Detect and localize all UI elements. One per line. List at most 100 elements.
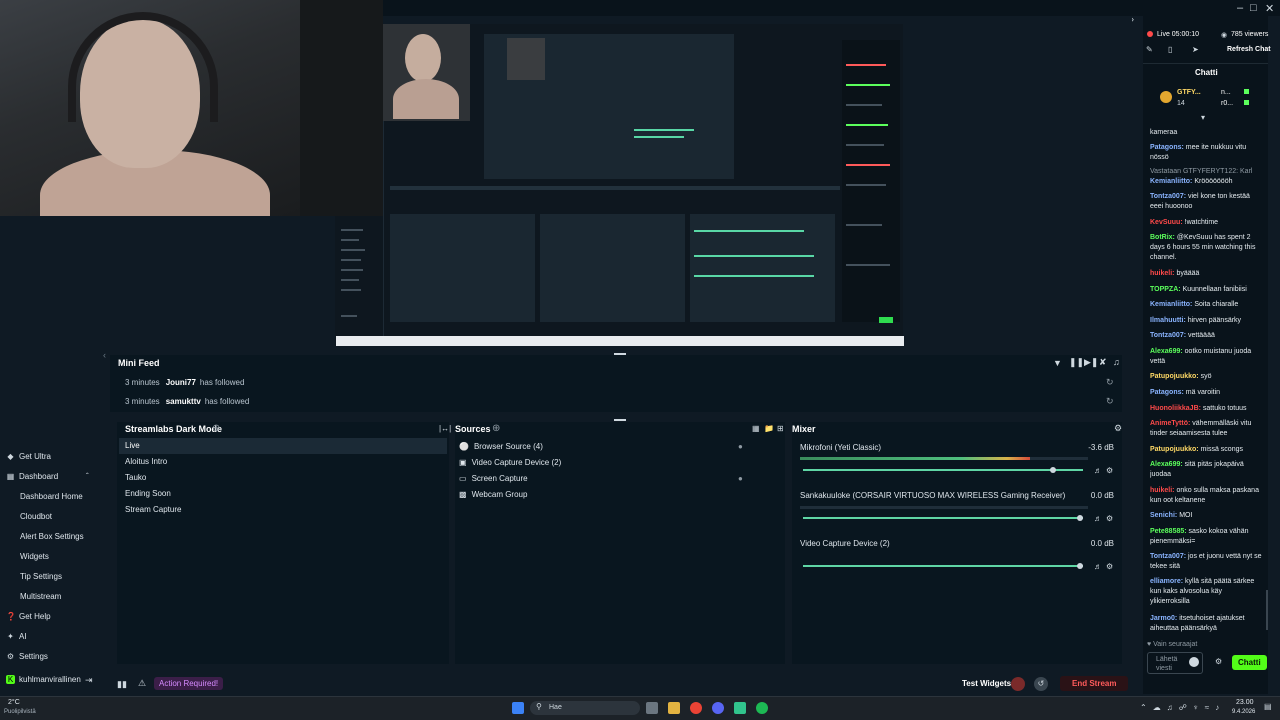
sidebar-item-dashboard[interactable]: ▦ Dashboard [6, 472, 58, 481]
source-item[interactable]: ▭ Screen Capture [459, 474, 528, 483]
folder-icon[interactable]: 📁 [764, 424, 774, 433]
edit-icon[interactable]: ✎ [1146, 45, 1153, 54]
source-item[interactable]: ▩ Webcam Group [459, 490, 527, 499]
speaker-icon[interactable]: ♬ [1094, 562, 1102, 571]
mixer-db: 0.0 dB [1090, 491, 1114, 500]
feed-row: 3 minutes Jouni77 has followed [125, 378, 245, 387]
explorer-icon[interactable] [668, 702, 680, 714]
scene-item[interactable]: Ending Soon [119, 486, 447, 502]
mute-icon[interactable]: ✘ [1099, 357, 1107, 368]
maximize-icon[interactable]: □ [1250, 2, 1257, 14]
pause-icon[interactable]: ❚❚ [1069, 357, 1084, 368]
taskview-icon[interactable] [646, 702, 658, 714]
end-stream-button[interactable]: End Stream [1060, 676, 1129, 691]
replay-icon[interactable]: ↻ [1106, 396, 1114, 407]
mixer-slider[interactable] [803, 517, 1083, 519]
sidebar-item-alert-box[interactable]: Alert Box Settings [20, 532, 84, 541]
send-chat-button[interactable]: Chatti [1232, 655, 1267, 670]
mixer-settings-icon[interactable]: ⚙ [1114, 423, 1122, 434]
pinned-user: GTFY... [1177, 89, 1201, 96]
mixer-slider[interactable] [803, 565, 1083, 567]
sidebar-item-dashboard-home[interactable]: Dashboard Home [20, 492, 83, 501]
speaker-icon[interactable]: ♬ [1094, 466, 1102, 475]
gear-icon[interactable]: ⚙ [1106, 562, 1113, 571]
scene-item[interactable]: Aloitus Intro [119, 454, 447, 470]
record-button[interactable] [1011, 677, 1025, 691]
share-icon[interactable]: ➤ [1192, 45, 1199, 54]
weather-temp[interactable]: 2°C [8, 699, 20, 706]
chat-message: TOPPZA: Kuunnellaan fanibiisi [1150, 286, 1247, 293]
chat-message: KevSuuu: !watchtime [1150, 219, 1219, 226]
tray-icons[interactable]: ⌃☁♫☍♆≈♪ [1140, 703, 1225, 712]
chat-title: Chatti [1195, 68, 1218, 77]
source-item[interactable]: ⚪ Browser Source (4) [459, 442, 543, 451]
chat-message: Tontza007: vettääää [1150, 332, 1215, 339]
sidebar-item-widgets[interactable]: Widgets [20, 552, 49, 561]
notification-icon[interactable]: ▤ [1264, 702, 1272, 711]
gear-icon[interactable]: ⚙ [1106, 514, 1113, 523]
spotify-icon[interactable] [756, 702, 768, 714]
speaker-icon[interactable]: ♬ [1094, 514, 1102, 523]
slider-knob[interactable] [1050, 467, 1056, 473]
volume-icon[interactable]: ♫ [1113, 357, 1120, 367]
add-folder-icon[interactable]: ⊞ [777, 424, 784, 433]
mixer-slider[interactable] [803, 469, 1083, 471]
close-icon[interactable]: ✕ [1265, 2, 1274, 15]
emoji-icon[interactable] [1189, 657, 1199, 667]
sidebar-account[interactable]: Kkuhlmanvirallinen [6, 675, 81, 684]
logout-icon[interactable]: ⇥ [85, 675, 93, 686]
start-icon[interactable] [512, 702, 524, 714]
chevron-down-icon[interactable]: ▾ [1201, 113, 1205, 122]
skip-icon[interactable]: ▶❚ [1084, 357, 1098, 368]
action-required-button[interactable]: Action Required! [154, 677, 224, 690]
chevron-up-icon[interactable]: ˆ [86, 472, 89, 481]
clock-time[interactable]: 23.00 [1236, 699, 1254, 706]
copy-icon[interactable]: ▯ [1168, 45, 1172, 54]
sidebar-item-cloudbot[interactable]: Cloudbot [20, 512, 52, 521]
chrome-icon[interactable] [690, 702, 702, 714]
scene-item[interactable]: Live [119, 438, 447, 454]
lock-icon[interactable]: ● [738, 442, 743, 451]
source-item[interactable]: ▣ Video Capture Device (2) [459, 458, 561, 467]
ai-icon: ✦ [7, 632, 14, 641]
sidebar-item-tip-settings[interactable]: Tip Settings [20, 572, 62, 581]
scene-item[interactable]: Stream Capture [119, 502, 447, 518]
gear-icon: ⚙ [6, 652, 15, 661]
replay-icon[interactable]: ↻ [1106, 377, 1114, 388]
mixer-channel-name: Video Capture Device (2) [800, 539, 890, 548]
taskbar-search[interactable] [530, 701, 640, 715]
test-widgets-button[interactable]: Test Widgets [962, 679, 1011, 688]
streamlabs-icon[interactable] [734, 702, 746, 714]
filter-icon[interactable]: ▼ [1053, 358, 1062, 368]
chat-message: Alexa699: ootko muistanu juoda vettä [1150, 348, 1252, 365]
lock-icon[interactable]: ● [738, 474, 743, 483]
mixer-meter [800, 457, 1088, 460]
sidebar-item-ai[interactable]: ✦ AI [6, 632, 26, 641]
replay-buffer-button[interactable]: ↺ [1034, 677, 1048, 691]
scene-item[interactable]: Tauko [119, 470, 447, 486]
alert-icon[interactable]: ⚠ [138, 678, 146, 689]
chat-scrollbar[interactable] [1266, 590, 1268, 630]
sidebar-item-get-ultra[interactable]: ◆ Get Ultra [6, 452, 51, 461]
mixer-title: Mixer [792, 424, 816, 434]
live-dot-icon [1147, 31, 1153, 37]
resize-handle[interactable] [614, 419, 626, 421]
sidebar-item-multistream[interactable]: Multistream [20, 592, 61, 601]
gear-icon[interactable]: ⚙ [1106, 466, 1113, 475]
add-scene-icon[interactable]: ⊕ [212, 423, 220, 434]
refresh-chat-button[interactable]: Refresh Chat [1227, 46, 1271, 53]
collapse-left-icon[interactable]: ‹ [103, 350, 106, 360]
discord-icon[interactable] [712, 702, 724, 714]
sidebar-item-get-help[interactable]: ❓ Get Help [6, 612, 51, 621]
stats-icon[interactable]: ▮▮ [117, 679, 127, 690]
add-source-icon[interactable]: ⊕ [492, 423, 500, 434]
minimize-icon[interactable]: – [1237, 2, 1243, 14]
scene-collection-icon[interactable]: |↔| [439, 424, 451, 433]
chat-message: HuonoliikkaJB: sattuko totuus [1150, 405, 1247, 412]
slider-knob[interactable] [1077, 515, 1083, 521]
gear-icon[interactable]: ⚙ [1215, 657, 1222, 666]
chat-message: Pete88585: sasko kokoa vähän pienemmäksi… [1150, 528, 1249, 545]
source-settings-icon[interactable]: ▦ [752, 424, 760, 433]
slider-knob[interactable] [1077, 563, 1083, 569]
sidebar-item-settings[interactable]: ⚙ Settings [6, 652, 48, 661]
